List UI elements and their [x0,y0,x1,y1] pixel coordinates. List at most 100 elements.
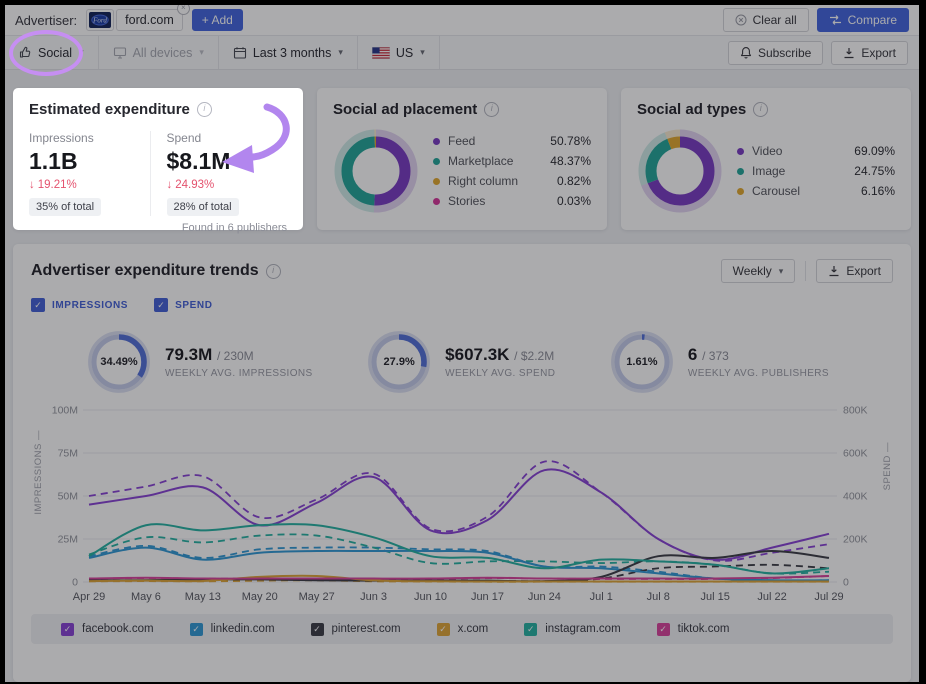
spend-toggle[interactable]: ✓ SPEND [154,298,212,312]
top-bar: Advertiser: Ford ford.com × + Add Clear … [5,5,919,35]
svg-text:Jul 29: Jul 29 [814,591,843,603]
info-icon[interactable]: i [197,102,212,117]
checkbox-checked-icon: ✓ [154,298,168,312]
arrow-down-icon: ↓ [167,179,173,191]
series-toggles: ✓ IMPRESSIONS ✓ SPEND [31,298,893,312]
legend-dot [737,188,744,195]
calendar-icon [233,46,247,60]
gauge-spend: 27.9% $607.3K / $2.2M WEEKLY AVG. SPEND [367,330,555,394]
gauge-impressions: 34.49% 79.3M / 230M WEEKLY AVG. IMPRESSI… [87,330,313,394]
estimated-expenditure-card: Estimated expenditure i Impressions 1.1B… [13,88,303,230]
expenditure-trends-panel: Advertiser expenditure trends i Weekly ▾… [13,244,911,682]
advertiser-chip[interactable]: Ford ford.com × [86,9,183,31]
gauge-total: / 230M [217,349,254,363]
checkbox-checked-icon: ✓ [524,623,537,636]
svg-text:Jun 17: Jun 17 [471,591,504,603]
arrow-down-icon: ↓ [29,179,35,191]
svg-text:400K: 400K [843,491,868,503]
ford-logo: Ford [86,9,114,31]
svg-text:Apr 29: Apr 29 [73,591,105,603]
svg-text:Jul 1: Jul 1 [590,591,613,603]
legend-item-linkedin[interactable]: ✓linkedin.com [190,623,275,636]
thumbs-up-icon [19,46,32,59]
legend-row: Carousel6.16% [737,184,895,198]
compare-button[interactable]: Compare [817,8,909,32]
card-title: Social ad placement [333,101,477,118]
trends-export-button[interactable]: Export [816,259,893,283]
ad-types-donut-chart [637,128,723,214]
date-range-filter[interactable]: Last 3 months ▾ [219,36,358,69]
checkbox-checked-icon: ✓ [311,623,324,636]
right-axis-title: SPEND — [882,442,893,490]
channel-filter-social[interactable]: Social ▾ [5,36,99,69]
legend-row: Image24.75% [737,164,895,178]
svg-text:25M: 25M [58,534,78,546]
gauge-caption: WEEKLY AVG. SPEND [445,368,555,379]
spend-value: $8.1M [167,148,288,175]
trend-chart-canvas: 0025M200K50M400K75M600K100M800KApr 29May… [31,402,905,608]
spend-change: ↓ 24.93% [167,179,288,191]
gauge-percent: 27.9% [367,330,431,394]
legend-dot [737,168,744,175]
legend-item-facebook[interactable]: ✓facebook.com [61,623,154,636]
clear-all-button[interactable]: Clear all [723,8,809,32]
legend-item-tiktok[interactable]: ✓tiktok.com [657,623,730,636]
svg-text:0: 0 [843,577,849,589]
gauge-value: $607.3K [445,345,509,364]
svg-text:May 6: May 6 [131,591,161,603]
export-button[interactable]: Export [831,41,908,65]
add-advertiser-button[interactable]: + Add [192,9,243,31]
gauge-total: / 373 [702,349,729,363]
legend-item-x[interactable]: ✓x.com [437,623,489,636]
devices-filter[interactable]: All devices ▾ [99,36,219,69]
advertiser-label: Advertiser: [15,13,77,28]
checkbox-checked-icon: ✓ [437,623,450,636]
legend-item-instagram[interactable]: ✓instagram.com [524,623,620,636]
download-icon [843,47,855,59]
subscribe-button[interactable]: Subscribe [728,41,823,65]
main-content: Estimated expenditure i Impressions 1.1B… [5,70,919,682]
country-filter[interactable]: US ▾ [358,36,440,69]
clear-all-icon [735,14,747,26]
legend-row: Marketplace48.37% [433,154,591,168]
legend-item-pinterest[interactable]: ✓pinterest.com [311,623,401,636]
svg-text:50M: 50M [58,491,78,503]
checkbox-checked-icon: ✓ [31,298,45,312]
series-line-spend-facebook.com [89,461,829,561]
checkbox-checked-icon: ✓ [190,623,203,636]
info-icon[interactable]: i [266,264,281,279]
legend-row: Right column0.82% [433,174,591,188]
impressions-change: ↓ 19.21% [29,179,150,191]
left-axis-title: IMPRESSIONS — [33,430,44,515]
interval-dropdown[interactable]: Weekly ▾ [721,259,796,283]
gauge-percent: 34.49% [87,330,151,394]
series-line-impressions-facebook.com [89,469,829,559]
legend-row: Stories0.03% [433,194,591,208]
svg-text:Ford: Ford [92,17,107,25]
remove-advertiser-icon[interactable]: × [177,5,190,15]
filter-bar: Social ▾ All devices ▾ Last 3 months ▾ U… [5,35,919,70]
svg-text:Jun 3: Jun 3 [360,591,387,603]
gauge-total: / $2.2M [514,349,554,363]
legend-dot [737,148,744,155]
series-line-impressions-tiktok.com [89,576,829,579]
chevron-down-icon: ▾ [779,266,784,277]
svg-text:800K: 800K [843,405,868,417]
svg-text:May 20: May 20 [242,591,278,603]
placement-legend: Feed50.78% Marketplace48.37% Right colum… [433,134,591,208]
impressions-share-badge: 35% of total [29,198,101,216]
legend-row: Feed50.78% [433,134,591,148]
info-icon[interactable]: i [484,102,499,117]
checkbox-checked-icon: ✓ [61,623,74,636]
spend-label: Spend [167,131,288,145]
card-title: Estimated expenditure [29,101,190,118]
svg-text:Jul 22: Jul 22 [757,591,786,603]
svg-text:200K: 200K [843,534,868,546]
monitor-icon [113,46,127,59]
svg-text:Jul 8: Jul 8 [647,591,670,603]
impressions-label: Impressions [29,131,150,145]
impressions-toggle[interactable]: ✓ IMPRESSIONS [31,298,128,312]
info-icon[interactable]: i [753,102,768,117]
bell-icon [740,46,752,59]
chevron-down-icon: ▾ [338,47,343,58]
